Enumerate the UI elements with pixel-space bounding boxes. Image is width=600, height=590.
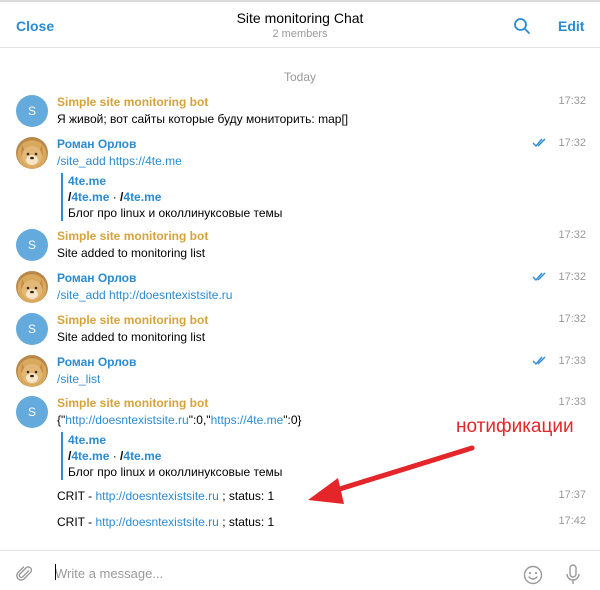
sender-name[interactable]: Роман Орлов: [57, 271, 136, 285]
message-time: 17:32: [558, 137, 586, 149]
url-link[interactable]: https://4te.me: [211, 413, 284, 427]
message-text: /site_list: [57, 372, 100, 386]
chat-header: Close Site monitoring Chat 2 members Edi…: [0, 2, 600, 48]
double-check-icon: [532, 272, 546, 282]
preview-title: 4te.me: [68, 174, 107, 188]
url-link[interactable]: https://4te.me: [109, 154, 182, 168]
message-composer: [0, 550, 600, 590]
emoji-icon[interactable]: [523, 565, 543, 585]
url-link[interactable]: http://doesntexistsite.ru: [109, 288, 232, 302]
message-time: 17:32: [558, 95, 586, 107]
members-count: 2 members: [272, 28, 328, 40]
paperclip-icon[interactable]: [16, 565, 34, 583]
double-check-icon: [532, 138, 546, 148]
preview-title: 4te.me: [68, 433, 107, 447]
message-time: 17:33: [558, 396, 586, 408]
crit-status: ; status: 1: [218, 515, 275, 529]
preview-description: Блог про linux и околлинуксовые темы: [68, 465, 283, 479]
avatar[interactable]: [16, 355, 48, 387]
doge-avatar-icon: [21, 145, 43, 166]
edit-button[interactable]: Edit: [558, 18, 584, 34]
crit-status: ; status: 1: [218, 489, 275, 503]
message-time: 17:33: [558, 355, 586, 367]
double-check-icon: [532, 356, 546, 366]
search-icon[interactable]: [513, 17, 531, 35]
json-text: ":0}: [283, 413, 302, 427]
avatar[interactable]: S: [16, 313, 48, 345]
url-link[interactable]: http://doesntexistsite.ru: [95, 515, 218, 529]
preview-site-link[interactable]: 4te.me: [123, 190, 161, 204]
preview-site-link[interactable]: 4te.me: [71, 190, 109, 204]
message-time: 17:42: [558, 515, 586, 527]
bot-command-link[interactable]: /site_add: [57, 288, 106, 302]
message: S Simple site monitoring bot 17:32 Site …: [16, 313, 586, 349]
text-caret: [55, 564, 56, 580]
message-text: {"http://doesntexistsite.ru":0,"https://…: [57, 413, 302, 427]
avatar[interactable]: S: [16, 229, 48, 261]
date-separator: Today: [283, 70, 317, 84]
json-text: ":0,": [188, 413, 211, 427]
message: Роман Орлов 17:33 /site_list: [16, 355, 586, 391]
message: Роман Орлов 17:32 /site_add http://doesn…: [16, 271, 586, 307]
preview-site-link[interactable]: 4te.me: [123, 449, 161, 463]
message-text: Site added to monitoring list: [57, 246, 206, 260]
sender-name[interactable]: Роман Орлов: [57, 137, 136, 151]
bot-command-link[interactable]: /site_add: [57, 154, 106, 168]
chat-title: Site monitoring Chat: [236, 10, 364, 26]
sender-name[interactable]: Simple site monitoring bot: [57, 95, 208, 109]
annotation-arrow-icon: [308, 445, 475, 504]
message-time: 17:37: [558, 489, 586, 501]
preview-path: /4te.me · /4te.me: [68, 448, 282, 464]
sender-name[interactable]: Роман Орлов: [57, 355, 136, 369]
message-time: 17:32: [558, 313, 586, 325]
link-preview[interactable]: 4te.me /4te.me · /4te.me Блог про linux …: [61, 432, 282, 480]
crit-message: CRIT - http://doesntexistsite.ru ; statu…: [57, 489, 274, 503]
message-time: 17:32: [558, 271, 586, 283]
preview-description: Блог про linux и околлинуксовые темы: [68, 206, 283, 220]
link-preview[interactable]: 4te.me /4te.me · /4te.me Блог про linux …: [61, 173, 282, 221]
message-input[interactable]: [55, 561, 475, 585]
message-text: /site_add http://doesntexistsite.ru: [57, 288, 232, 302]
annotation-label: нотификации: [456, 416, 574, 437]
avatar[interactable]: [16, 271, 48, 303]
avatar[interactable]: S: [16, 396, 48, 428]
sender-name[interactable]: Simple site monitoring bot: [57, 396, 208, 410]
url-link[interactable]: http://doesntexistsite.ru: [65, 413, 188, 427]
crit-message: CRIT - http://doesntexistsite.ru ; statu…: [57, 515, 274, 529]
avatar[interactable]: [16, 137, 48, 169]
sender-name[interactable]: Simple site monitoring bot: [57, 229, 208, 243]
preview-sep: ·: [109, 190, 121, 204]
preview-sep: ·: [109, 449, 121, 463]
crit-prefix: CRIT -: [57, 489, 96, 503]
doge-avatar-icon: [21, 363, 43, 384]
message-time: 17:32: [558, 229, 586, 241]
crit-prefix: CRIT -: [57, 515, 96, 529]
url-link[interactable]: http://doesntexistsite.ru: [95, 489, 218, 503]
preview-site-link[interactable]: 4te.me: [71, 449, 109, 463]
message: S Simple site monitoring bot 17:32 Site …: [16, 229, 586, 265]
preview-path: /4te.me · /4te.me: [68, 189, 282, 205]
microphone-icon[interactable]: [565, 564, 581, 586]
message-text: Я живой; вот сайты которые буду монитори…: [57, 112, 349, 126]
message: Роман Орлов 17:32 /site_add https://4te.…: [16, 137, 586, 227]
avatar[interactable]: S: [16, 95, 48, 127]
doge-avatar-icon: [21, 279, 43, 300]
bot-command-link[interactable]: /site_list: [57, 372, 100, 386]
message-text: Site added to monitoring list: [57, 330, 206, 344]
sender-name[interactable]: Simple site monitoring bot: [57, 313, 208, 327]
message-text: /site_add https://4te.me: [57, 154, 182, 168]
message: S Simple site monitoring bot 17:32 Я жив…: [16, 95, 586, 131]
